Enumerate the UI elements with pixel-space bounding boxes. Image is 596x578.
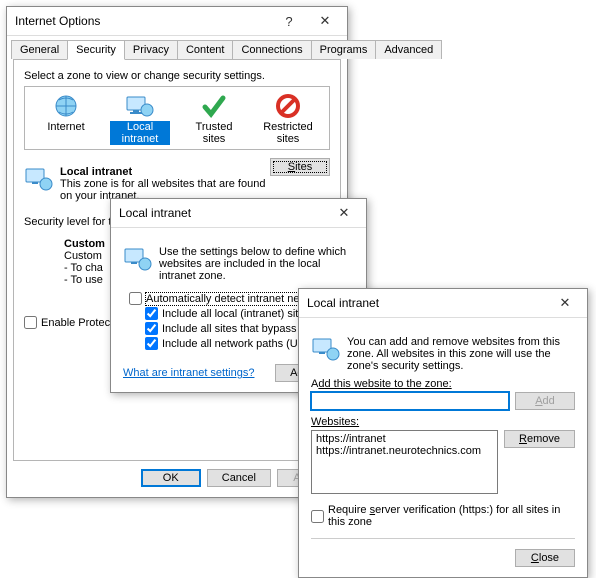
add-website-label: Add this website to the zone: xyxy=(311,378,575,390)
window-title: Local intranet xyxy=(119,206,326,220)
tab-strip: General Security Privacy Content Connect… xyxy=(7,36,347,59)
websites-label: Websites: xyxy=(311,416,575,428)
help-button[interactable]: ? xyxy=(271,9,307,33)
add-button[interactable]: Add xyxy=(515,392,575,410)
zone-selector: Internet Local intranet Trusted sites Re… xyxy=(24,86,330,150)
zone-restricted-sites[interactable]: Restricted sites xyxy=(258,93,318,145)
zone-internet[interactable]: Internet xyxy=(36,93,96,145)
local-intranet-sites-window: Local intranet ✕ You can add and remove … xyxy=(298,288,588,578)
zone-label: Restricted sites xyxy=(258,121,318,145)
window-title: Local intranet xyxy=(307,296,547,310)
globe-icon xyxy=(50,93,82,119)
shield-monitor-icon xyxy=(24,166,54,197)
intranet-settings-link[interactable]: What are intranet settings? xyxy=(123,367,254,379)
remove-button[interactable]: Remove xyxy=(504,430,575,448)
zone-local-intranet[interactable]: Local intranet xyxy=(110,93,170,145)
sites-button[interactable]: Sites xyxy=(270,158,330,176)
zone-trusted-sites[interactable]: Trusted sites xyxy=(184,93,244,145)
dialog-description: You can add and remove websites from thi… xyxy=(347,336,575,372)
cancel-button[interactable]: Cancel xyxy=(207,469,271,487)
tab-programs[interactable]: Programs xyxy=(311,40,377,59)
close-icon[interactable]: ✕ xyxy=(326,201,362,225)
zone-prompt: Select a zone to view or change security… xyxy=(24,70,330,82)
list-item[interactable]: https://intranet.neurotechnics.com xyxy=(316,445,493,457)
titlebar: Local intranet ✕ xyxy=(111,199,366,228)
ok-button[interactable]: OK xyxy=(141,469,201,487)
window-title: Internet Options xyxy=(15,14,271,28)
titlebar: Local intranet ✕ xyxy=(299,289,587,318)
close-icon[interactable]: ✕ xyxy=(547,291,583,315)
close-button[interactable]: Close xyxy=(515,549,575,567)
dialog-description: Use the settings below to define which w… xyxy=(159,246,354,282)
zone-label: Internet xyxy=(47,121,84,133)
zone-label: Trusted sites xyxy=(184,121,244,145)
monitor-globe-icon xyxy=(124,93,156,119)
tab-security[interactable]: Security xyxy=(67,40,125,60)
titlebar: Internet Options ? ✕ xyxy=(7,7,347,36)
tab-general[interactable]: General xyxy=(11,40,68,59)
tab-privacy[interactable]: Privacy xyxy=(124,40,178,59)
zone-description: Local intranet This zone is for all webs… xyxy=(60,166,270,202)
close-icon[interactable]: ✕ xyxy=(307,9,343,33)
require-https-checkbox[interactable]: Require server verification (https:) for… xyxy=(311,504,575,528)
shield-monitor-icon xyxy=(123,246,153,277)
add-website-input[interactable] xyxy=(311,392,509,410)
prohibited-icon xyxy=(272,93,304,119)
list-item[interactable]: https://intranet xyxy=(316,433,493,445)
tab-connections[interactable]: Connections xyxy=(232,40,311,59)
tab-advanced[interactable]: Advanced xyxy=(375,40,442,59)
tab-content[interactable]: Content xyxy=(177,40,234,59)
zone-label: Local intranet xyxy=(110,121,170,145)
checkmark-icon xyxy=(198,93,230,119)
websites-listbox[interactable]: https://intranet https://intranet.neurot… xyxy=(311,430,498,494)
shield-monitor-icon xyxy=(311,336,341,367)
